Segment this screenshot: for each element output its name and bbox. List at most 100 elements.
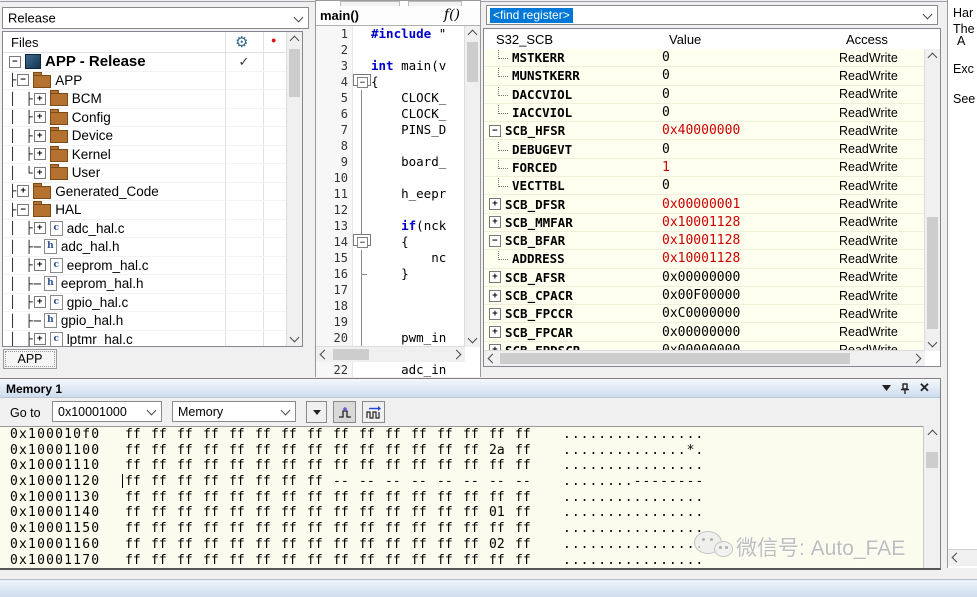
chevron-down-icon[interactable] (290, 9, 307, 27)
memory-byte[interactable]: ff (125, 443, 151, 459)
close-icon[interactable]: ✕ (917, 381, 932, 395)
memory-byte[interactable]: ff (333, 553, 359, 569)
memory-byte[interactable]: ff (151, 505, 177, 521)
code-text[interactable]: PINS_D (371, 122, 446, 138)
memory-byte[interactable]: ff (229, 474, 255, 490)
memory-byte[interactable]: ff (125, 458, 151, 474)
memory-byte[interactable]: ff (437, 427, 463, 443)
register-row[interactable]: IACCVIOL0ReadWrite (484, 104, 925, 122)
register-value[interactable]: 0x40000000 (662, 123, 839, 138)
scrollbar-thumb[interactable] (927, 217, 938, 329)
register-row[interactable]: +SCB_FPCAR0x00000000ReadWrite (484, 323, 925, 341)
memory-byte[interactable]: ff (463, 427, 489, 443)
register-value[interactable]: 0 (662, 87, 839, 102)
memory-byte[interactable]: ff (255, 427, 281, 443)
memory-byte[interactable]: ff (359, 458, 385, 474)
line-number[interactable]: 4 (316, 74, 353, 90)
tree-item[interactable]: │ ├+adc_hal.c (3, 220, 287, 239)
register-value[interactable]: 0x10001128 (662, 251, 839, 266)
register-row[interactable]: +SCB_AFSR0x00000000ReadWrite (484, 269, 925, 287)
memory-byte[interactable]: ff (125, 553, 151, 569)
collapse-icon[interactable]: − (489, 125, 501, 137)
memory-byte[interactable]: ff (281, 521, 307, 537)
memory-byte[interactable]: ff (125, 427, 151, 443)
code-text[interactable]: { (371, 234, 409, 250)
code-text[interactable]: adc_in (371, 362, 446, 377)
register-row[interactable]: VECTTBL0ReadWrite (484, 177, 925, 195)
memory-byte[interactable]: ff (359, 505, 385, 521)
memory-byte[interactable]: ff (463, 490, 489, 506)
tree-item[interactable]: │ ├+lptmr_hal.c (3, 331, 287, 347)
memory-byte[interactable]: ff (437, 443, 463, 459)
line-number[interactable]: 7 (316, 122, 353, 138)
memory-byte[interactable]: ff (229, 505, 255, 521)
line-number[interactable]: 1 (316, 26, 353, 42)
memory-byte[interactable]: ff (307, 537, 333, 553)
memory-byte[interactable]: ff (151, 427, 177, 443)
tree-item[interactable]: ├−APP (3, 72, 287, 91)
memory-byte[interactable]: ff (203, 553, 229, 569)
collapse-icon[interactable]: − (9, 56, 21, 68)
memory-byte[interactable]: ff (515, 427, 541, 443)
memory-byte[interactable]: ff (281, 474, 307, 490)
expand-icon[interactable]: + (489, 216, 501, 228)
scrollbar-thumb[interactable] (500, 353, 850, 364)
memory-byte[interactable]: ff (515, 443, 541, 459)
memory-byte[interactable]: ff (125, 505, 151, 521)
memory-byte[interactable]: ff (229, 553, 255, 569)
memory-byte[interactable]: ff (281, 553, 307, 569)
line-number[interactable]: 19 (316, 314, 353, 330)
memory-byte[interactable]: ff (515, 553, 541, 569)
chevron-down-icon[interactable] (143, 403, 160, 420)
expand-icon[interactable]: + (489, 198, 501, 210)
memory-byte[interactable]: ff (489, 490, 515, 506)
scroll-right-arrow[interactable] (450, 347, 465, 362)
memory-byte[interactable]: ff (437, 553, 463, 569)
memory-byte[interactable]: ff (151, 443, 177, 459)
register-row[interactable]: DACCVIOL0ReadWrite (484, 86, 925, 104)
line-number[interactable]: 20 (316, 330, 353, 346)
code-text[interactable]: pwm_in (371, 330, 446, 346)
memory-byte[interactable]: ff (463, 458, 489, 474)
memory-options-dropdown-button[interactable] (306, 401, 327, 423)
tree-item[interactable]: │ ├+BCM (3, 90, 287, 109)
memory-byte[interactable]: ff (489, 521, 515, 537)
tree-item[interactable]: −APP - Release✓ (3, 53, 287, 72)
memory-ascii[interactable]: ................ (563, 505, 704, 521)
register-value[interactable]: 0 (662, 142, 839, 157)
line-number[interactable]: 13 (316, 218, 353, 234)
code-text[interactable]: h_eepr (371, 186, 446, 202)
collapse-icon[interactable]: − (17, 74, 29, 86)
memory-byte[interactable]: 2a (489, 443, 515, 459)
memory-byte[interactable]: ff (255, 537, 281, 553)
register-row[interactable]: −SCB_BFAR0x10001128ReadWrite (484, 232, 925, 250)
expand-icon[interactable]: + (34, 222, 46, 234)
expand-icon[interactable]: + (34, 259, 46, 271)
expand-icon[interactable]: + (489, 271, 501, 283)
scroll-up-arrow[interactable] (465, 26, 480, 41)
memory-byte[interactable]: ff (385, 490, 411, 506)
register-value[interactable]: 0 (662, 105, 839, 120)
register-value[interactable]: 0 (662, 50, 839, 65)
memory-byte[interactable]: ff (385, 537, 411, 553)
pin-icon[interactable] (897, 381, 912, 395)
chevron-down-icon[interactable] (919, 7, 936, 23)
function-list-icon[interactable]: f() (444, 7, 460, 23)
memory-byte[interactable]: -- (411, 474, 437, 490)
memory-byte[interactable]: ff (307, 490, 333, 506)
line-number[interactable]: 17 (316, 282, 353, 298)
memory-byte[interactable]: ff (281, 427, 307, 443)
memory-byte[interactable]: ff (385, 458, 411, 474)
register-row[interactable]: +SCB_DFSR0x00000001ReadWrite (484, 195, 925, 213)
expand-icon[interactable]: + (34, 148, 46, 160)
tree-item[interactable]: ├−HAL (3, 201, 287, 220)
goto-address-combobox[interactable]: 0x10001000 (52, 401, 162, 422)
register-row[interactable]: −SCB_HFSR0x40000000ReadWrite (484, 122, 925, 140)
tree-item[interactable]: │ ├─adc_hal.h (3, 238, 287, 257)
memory-view-combobox[interactable]: Memory (172, 401, 296, 422)
memory-byte[interactable]: ff (151, 458, 177, 474)
memory-byte[interactable]: ff (307, 458, 333, 474)
expand-icon[interactable]: + (34, 333, 46, 345)
code-text[interactable]: if(nck (371, 218, 446, 234)
memory-byte[interactable]: ff (203, 537, 229, 553)
